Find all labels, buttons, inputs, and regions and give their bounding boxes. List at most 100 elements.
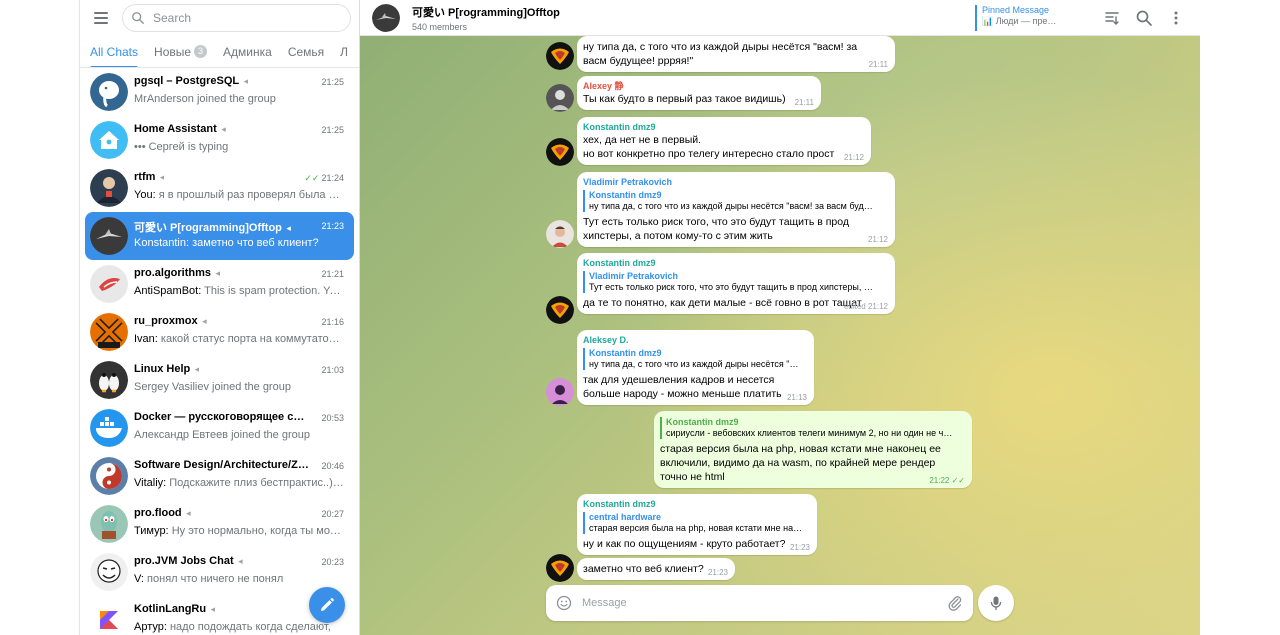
chat-title-text: pro.flood	[134, 507, 182, 519]
sender-avatar[interactable]	[546, 42, 574, 70]
chat-time-text: 21:25	[321, 125, 344, 135]
pinned-message[interactable]: Pinned Message 📊 Люди — пре…	[975, 5, 1056, 31]
folder-tab[interactable]: Л	[340, 36, 348, 67]
preview-text: надо подождать когда сделают,	[169, 621, 331, 633]
chat-list-item[interactable]: Docker — русскоговорящее сооб… ◂ 20:53 Але…	[85, 404, 354, 452]
chat-title: 可愛い P[rogramming]Offtop	[412, 6, 560, 19]
chat-info: rtfm ◂ ✓✓ 21:24 You: я в прошлый раз провер…	[134, 169, 354, 207]
read-check-icon: ✓✓	[304, 173, 320, 183]
emoji-icon[interactable]	[556, 595, 572, 611]
preview-sender: Артур:	[134, 621, 170, 633]
message-sender: Vladimir Petrakovich	[583, 177, 673, 187]
chat-list-item[interactable]: 可愛い P[rogramming]Offtop ◂ 21:23 Konstantin…	[85, 212, 354, 260]
chat-list-item[interactable]: pro.flood ◂ 20:27 Тимур: Ну это нормально,…	[85, 500, 354, 548]
reply-quote[interactable]: Konstantin dmz9 сириусли - вебовских клие…	[660, 417, 965, 439]
sender-avatar[interactable]	[546, 84, 574, 112]
outgoing-message[interactable]: Konstantin dmz9 сириусли - вебовских клие…	[654, 411, 972, 488]
chat-time: 20:27	[321, 509, 344, 519]
sidebar-header	[80, 0, 359, 36]
chat-time-text: 21:21	[321, 269, 344, 279]
chat-list-item[interactable]: Software Design/Architecture/Zen ◂ 20:46 V…	[85, 452, 354, 500]
chat-list-item[interactable]: pro.algorithms ◂ 21:21 AntiSpamBot: This i…	[85, 260, 354, 308]
chat-title: pro.JVM Jobs Chat ◂	[134, 555, 243, 567]
reply-quote[interactable]: Konstantin dmz9 ну типа да, с того что из…	[583, 348, 807, 370]
chat-info: 可愛い P[rogramming]Offtop ◂ 21:23 Konstantin…	[134, 217, 354, 255]
incoming-message[interactable]: ну типа да, с того что из каждой дыры не…	[577, 36, 895, 72]
home-icon	[90, 121, 128, 159]
chat-header[interactable]: 可愛い P[rogramming]Offtop 540 members Pinn…	[360, 0, 1200, 36]
chat-preview: Konstantin: заметно что веб клиент?	[134, 237, 319, 249]
reply-quote[interactable]: central hardware старая версия была на ph…	[583, 512, 810, 534]
microphone-button[interactable]	[978, 585, 1014, 621]
sender-avatar[interactable]	[546, 554, 574, 582]
incoming-message[interactable]: Alexey 静 Ты как будто в первый раз такое …	[577, 76, 821, 110]
search-box[interactable]	[122, 4, 351, 32]
message-time: 21:22 ✓✓	[929, 476, 965, 485]
chat-title: ru_proxmox ◂	[134, 315, 207, 327]
chat-title: rtfm ◂	[134, 171, 164, 183]
chat-time: 21:21	[321, 269, 344, 279]
chat-list-item[interactable]: ru_proxmox ◂ 21:16 Ivan: какой статус порт…	[85, 308, 354, 356]
search-icon[interactable]	[1135, 9, 1153, 27]
chat-time: 20:23	[321, 557, 344, 567]
chat-list-item[interactable]: Home Assistant ◂ 21:25 ••• Сергей is typin…	[85, 116, 354, 164]
pin-list-icon[interactable]	[1103, 9, 1121, 27]
incoming-message[interactable]: Aleksey D. Konstantin dmz9 ну типа да, с т…	[577, 330, 814, 405]
chat-title: KotlinLangRu ◂	[134, 603, 215, 615]
folder-tab[interactable]: All Chats	[90, 36, 139, 67]
chat-avatar[interactable]	[372, 3, 400, 32]
preview-sender: You:	[134, 189, 159, 201]
message-sender: Konstantin dmz9	[583, 122, 656, 132]
reply-quote[interactable]: Konstantin dmz9 ну типа да, с того что из…	[583, 190, 888, 212]
chat-title-text: Linux Help	[134, 363, 191, 375]
menu-icon[interactable]	[94, 8, 114, 28]
more-vertical-icon[interactable]	[1167, 9, 1185, 27]
chat-list-item[interactable]: rtfm ◂ ✓✓ 21:24 You: я в прошлый раз провер…	[85, 164, 354, 212]
message-composer[interactable]	[546, 585, 973, 621]
attach-icon[interactable]	[947, 595, 963, 611]
muted-icon: ◂	[213, 268, 221, 278]
chat-list-item[interactable]: pgsql – PostgreSQL ◂ 21:25 MrAnderson join…	[85, 68, 354, 116]
folder-tab[interactable]: Админка	[223, 36, 272, 67]
folder-tab[interactable]: Новые 3	[154, 36, 208, 67]
chat-preview: Тимур: Ну это нормально, когда ты мож…	[134, 525, 344, 537]
incoming-message[interactable]: Konstantin dmz9 хех, да нет не в первый. …	[577, 117, 871, 165]
message-sender: Konstantin dmz9	[583, 258, 656, 268]
reply-author: Konstantin dmz9	[666, 417, 739, 427]
incoming-message[interactable]: заметно что веб клиент? 21:23	[577, 558, 735, 580]
preview-sender: Тимур:	[134, 525, 172, 537]
sender-avatar[interactable]	[546, 138, 574, 166]
incoming-message[interactable]: Konstantin dmz9 central hardware старая ве…	[577, 494, 817, 555]
preview-text: Sergey Vasiliev joined the group	[134, 381, 291, 393]
sender-avatar[interactable]	[546, 220, 574, 248]
message-text: ну и как по ощущениям - круто работает?	[583, 538, 786, 550]
preview-text: MrAnderson joined the group	[134, 93, 276, 105]
preview-sender: Vitaliy:	[134, 477, 170, 489]
chat-time-text: 20:46	[321, 461, 344, 471]
muted-icon: ◂	[208, 604, 216, 614]
chat-title-text: Home Assistant	[134, 123, 217, 135]
chat-time: 21:16	[321, 317, 344, 327]
bird-icon	[90, 265, 128, 303]
chat-title-text: Docker — русскоговорящее сооб…	[134, 411, 309, 423]
incoming-message[interactable]: Vladimir Petrakovich Konstantin dmz9 ну ти…	[577, 172, 895, 247]
folder-tab[interactable]: Семья	[288, 36, 324, 67]
chat-list-item[interactable]: Linux Help ◂ 21:03 Sergey Vasiliev joined …	[85, 356, 354, 404]
reply-author: Konstantin dmz9	[589, 348, 662, 358]
chat-title: Home Assistant ◂	[134, 123, 226, 135]
chat-title: 可愛い P[rogramming]Offtop ◂	[134, 219, 291, 235]
pinned-label: Pinned Message	[982, 5, 1050, 15]
reply-quote[interactable]: Vladimir Petrakovich Тут есть только риск…	[583, 271, 888, 293]
message-input[interactable]	[582, 597, 922, 609]
reply-text: сириусли - вебовских клиентов телеги мин…	[666, 428, 953, 438]
preview-text: заметно что веб клиент?	[192, 237, 319, 249]
compose-button[interactable]	[309, 587, 345, 623]
chat-time: 21:25	[321, 125, 344, 135]
whale-icon	[90, 409, 128, 447]
sender-avatar[interactable]	[546, 296, 574, 324]
incoming-message[interactable]: Konstantin dmz9 Vladimir Petrakovich Тут е…	[577, 253, 895, 314]
message-time: edited 21:12	[843, 302, 888, 311]
chat-list-item[interactable]: pro.JVM Jobs Chat ◂ 20:23 V: понял что нич…	[85, 548, 354, 596]
search-input[interactable]	[153, 11, 333, 25]
sender-avatar[interactable]	[546, 378, 574, 406]
